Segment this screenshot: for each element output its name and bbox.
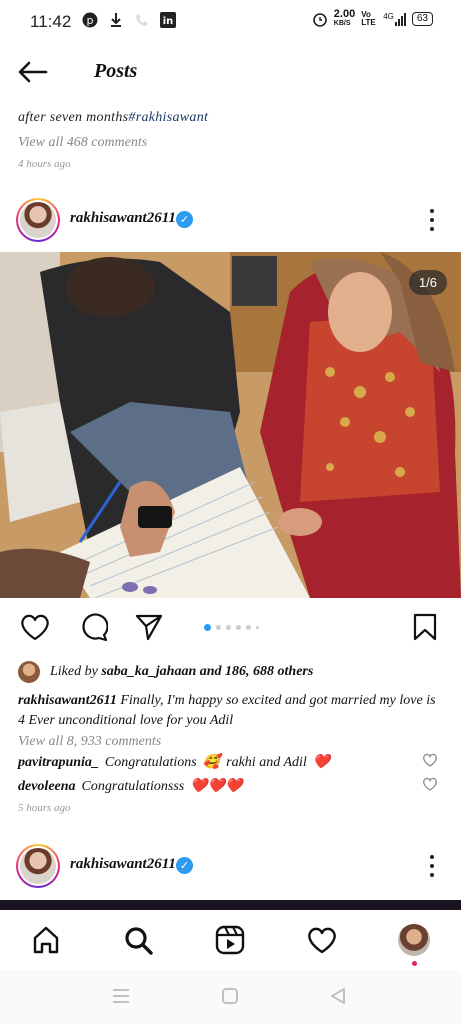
caption-username[interactable]: rakhisawant2611	[18, 693, 117, 708]
heart-icon	[21, 614, 49, 641]
view-comments-link[interactable]: View all 8, 933 comments	[18, 734, 161, 750]
avatar[interactable]	[16, 844, 60, 888]
phone-icon	[134, 12, 150, 28]
comment-icon	[82, 613, 108, 642]
back-button[interactable]	[18, 58, 52, 86]
share-button[interactable]	[134, 612, 164, 642]
next-post-header: rakhisawant2611 ✓	[0, 842, 461, 892]
next-post-image-edge	[0, 900, 461, 910]
comment-username[interactable]: pavitrapunia_	[18, 755, 99, 771]
hashtag-link[interactable]: #rakhisawant	[128, 110, 208, 125]
home-button-icon[interactable]	[222, 988, 238, 1009]
notification-dot	[412, 961, 417, 966]
comment-username[interactable]: devoleena	[18, 779, 76, 795]
likes-summary[interactable]: Liked by saba_ka_jahaan and 186, 688 oth…	[18, 660, 313, 684]
search-icon	[125, 927, 153, 955]
verified-badge-icon: ✓	[176, 211, 193, 228]
likes-count[interactable]: and 186, 688 others	[200, 664, 314, 679]
more-options-icon[interactable]	[428, 855, 436, 877]
signal-icon: 4G	[383, 12, 406, 26]
like-button[interactable]	[20, 612, 50, 642]
download-icon	[108, 12, 124, 28]
post-actions	[0, 600, 461, 654]
previous-view-comments-link[interactable]: View all 468 comments	[18, 135, 147, 151]
comment-like-icon[interactable]	[422, 777, 438, 796]
nav-profile[interactable]	[398, 924, 430, 956]
reels-icon	[215, 925, 245, 955]
profile-avatar	[398, 924, 430, 956]
status-time: 11:42	[30, 12, 72, 31]
comment-item: pavitrapunia_ Congratulations 🥰 rakhi an…	[18, 753, 448, 772]
liker-avatar	[18, 661, 40, 683]
post-photo-illustration	[0, 252, 461, 598]
svg-text:in: in	[163, 16, 174, 27]
nav-search[interactable]	[122, 924, 154, 956]
linkedin-icon: in	[160, 12, 176, 28]
more-options-icon[interactable]	[428, 209, 436, 231]
status-bar: 11:42 p in 2.00 KB/S Vo LTE 4G 63	[0, 0, 461, 44]
comment-button[interactable]	[78, 612, 108, 642]
heart-icon	[308, 927, 336, 954]
nav-reels[interactable]	[214, 924, 246, 956]
home-icon	[33, 926, 59, 954]
menu-icon[interactable]	[112, 988, 130, 1009]
previous-post-time: 4 hours ago	[18, 158, 71, 170]
battery-indicator: 63	[411, 12, 433, 26]
back-arrow-icon	[18, 61, 48, 83]
save-button[interactable]	[410, 612, 440, 642]
send-icon	[135, 614, 163, 641]
comment-like-icon[interactable]	[422, 753, 438, 772]
liker-username[interactable]: saba_ka_jahaan	[101, 664, 196, 679]
carousel-indicator	[204, 624, 259, 631]
bookmark-icon	[413, 613, 437, 641]
next-post-username[interactable]: rakhisawant2611	[70, 856, 176, 873]
post-username[interactable]: rakhisawant2611	[70, 210, 176, 227]
alarm-icon	[312, 11, 328, 27]
back-triangle-icon[interactable]	[330, 988, 346, 1009]
previous-post-caption: after seven months#rakhisawant	[18, 110, 209, 125]
bottom-navigation	[0, 910, 461, 970]
pinterest-icon: p	[82, 12, 98, 28]
svg-text:p: p	[87, 14, 94, 27]
comment-item: devoleena Congratulationsss ❤️❤️❤️	[18, 777, 448, 796]
post-caption: rakhisawant2611 Finally, I'm happy so ex…	[18, 691, 443, 731]
avatar[interactable]	[16, 198, 60, 242]
nav-activity[interactable]	[306, 924, 338, 956]
network-speed: 2.00 KB/S	[333, 8, 356, 28]
verified-badge-icon: ✓	[176, 857, 193, 874]
carousel-counter: 1/6	[408, 270, 447, 295]
volte-label: Vo LTE	[361, 10, 376, 27]
top-bar: Posts	[0, 44, 461, 100]
post-image[interactable]: 1/6	[0, 252, 461, 598]
page-title: Posts	[94, 60, 138, 82]
post-header: rakhisawant2611 ✓	[0, 196, 461, 246]
post-time: 5 hours ago	[18, 802, 71, 814]
system-navigation-bar	[0, 970, 461, 1024]
nav-home[interactable]	[30, 924, 62, 956]
